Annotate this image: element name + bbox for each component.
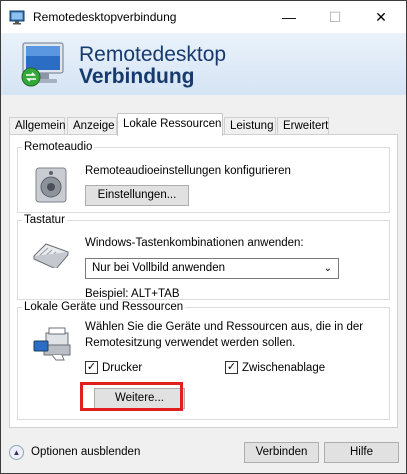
chevron-down-icon: ⌄ xyxy=(323,263,332,274)
optionen-ausblenden-link[interactable]: Optionen ausblenden xyxy=(31,446,140,458)
group-lokale-geraete-legend: Lokale Geräte und Ressourcen xyxy=(24,301,184,313)
hilfe-button[interactable]: Hilfe xyxy=(324,442,399,463)
zwischenablage-label: Zwischenablage xyxy=(242,361,326,374)
close-button[interactable]: ✕ xyxy=(358,1,404,33)
lokale-geraete-description-1: Wählen Sie die Geräte und Ressourcen aus… xyxy=(85,321,364,333)
group-tastatur-legend: Tastatur xyxy=(24,214,65,226)
tastatur-dropdown-value: Nur bei Vollbild anwenden xyxy=(92,262,225,274)
footer-bar: ▲ Optionen ausblenden Verbinden Hilfe xyxy=(1,431,406,473)
devices-icon xyxy=(33,327,71,361)
group-lokale-geraete: Lokale Geräte und Ressourcen Wählen Sie … xyxy=(17,301,390,420)
tastatur-dropdown[interactable]: Nur bei Vollbild anwenden ⌄ xyxy=(85,258,339,279)
title-bar: Remotedesktopverbindung — ☐ ✕ xyxy=(1,1,406,33)
tab-lokale-ressourcen[interactable]: Lokale Ressourcen xyxy=(117,113,223,136)
tastatur-description: Windows-Tastenkombinationen anwenden: xyxy=(85,237,304,249)
keyboard-icon xyxy=(33,243,69,268)
remote-computer-icon xyxy=(21,42,64,87)
lokale-geraete-description-2: Remotesitzung verwendet werden sollen. xyxy=(85,337,296,349)
drucker-checkbox[interactable]: ✓ Drucker xyxy=(85,361,142,374)
remoteaudio-description: Remoteaudioeinstellungen konfigurieren xyxy=(85,165,291,177)
einstellungen-button[interactable]: Einstellungen... xyxy=(85,185,189,206)
group-tastatur: Tastatur Windows-Tastenkombinationen anw… xyxy=(17,214,390,300)
drucker-check-icon: ✓ xyxy=(85,361,98,374)
banner-title-line1: Remotedesktop xyxy=(79,43,227,66)
rdp-window: Remotedesktopverbindung — ☐ ✕ Remotedesk… xyxy=(0,0,407,474)
banner-title-line2: Verbindung xyxy=(79,65,195,88)
tastatur-example: Beispiel: ALT+TAB xyxy=(85,288,180,300)
drucker-label: Drucker xyxy=(102,361,143,374)
chevron-up-icon[interactable]: ▲ xyxy=(9,445,24,460)
maximize-button[interactable]: ☐ xyxy=(312,1,358,33)
window-title: Remotedesktopverbindung xyxy=(33,10,177,24)
verbinden-button[interactable]: Verbinden xyxy=(244,442,319,463)
zwischenablage-checkbox[interactable]: ✓ Zwischenablage xyxy=(225,361,325,374)
speaker-icon xyxy=(35,167,67,203)
group-remoteaudio: Remoteaudio Remoteaudioeinstellungen kon… xyxy=(17,141,390,213)
group-remoteaudio-legend: Remoteaudio xyxy=(24,141,93,153)
header-banner: Remotedesktop Verbindung xyxy=(1,33,406,95)
highlight-box xyxy=(80,382,183,411)
tab-panel-lokale-ressourcen: Remoteaudio Remoteaudioeinstellungen kon… xyxy=(9,134,398,428)
remote-desktop-app-icon xyxy=(9,10,25,25)
minimize-button[interactable]: — xyxy=(266,1,312,33)
zwischenablage-check-icon: ✓ xyxy=(225,361,238,374)
